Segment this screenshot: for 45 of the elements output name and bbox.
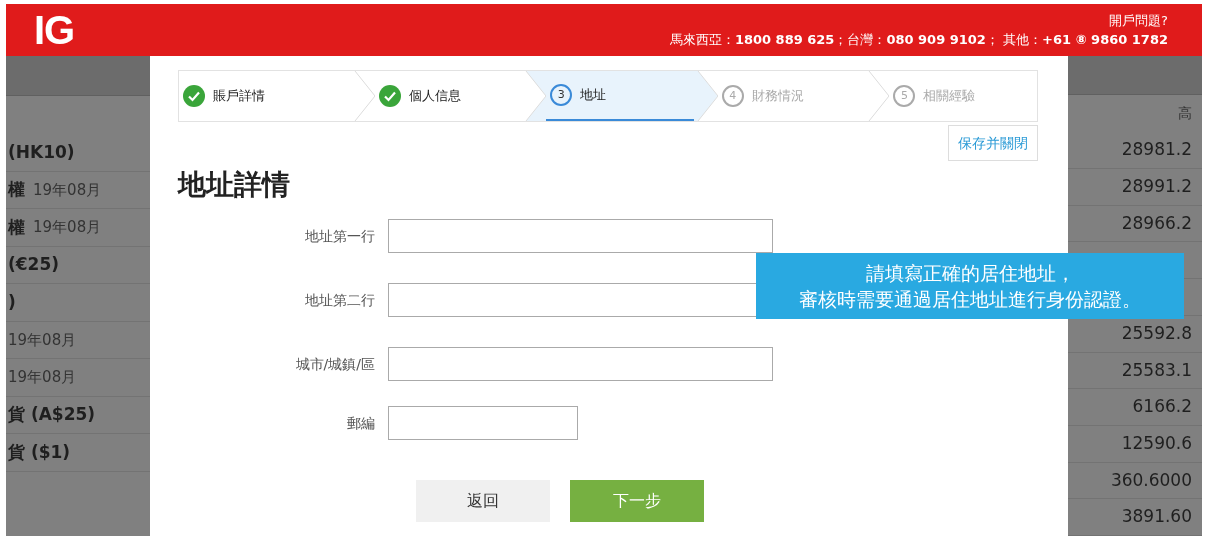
input-field[interactable] [388, 219, 773, 253]
tooltip-text: 審核時需要通過居住地址進行身份認證。 [799, 287, 1141, 312]
price-cell-text: 28966.2 [1121, 211, 1192, 235]
instrument-name: ) [8, 290, 16, 314]
price-cell-text: 6166.2 [1132, 395, 1192, 419]
instrument-name: (HK10) [8, 140, 75, 164]
price-cell-text: 28981.2 [1121, 138, 1192, 162]
step-number: 4 [721, 85, 744, 107]
save-and-close-button[interactable]: 保存并關閉 [948, 125, 1038, 161]
field-label: 地址第一行 [304, 226, 375, 246]
expiry-date: 19年08月 [33, 217, 102, 238]
step-label: 個人信息 [408, 87, 461, 106]
step-label: 財務情況 [751, 87, 804, 106]
input-field[interactable] [388, 406, 578, 440]
instrument-name: 貨 (A$25) [8, 403, 96, 426]
column-header: 高 [1178, 104, 1192, 124]
expiry-date: 19年08月 [8, 367, 77, 388]
help-text: 開戶問題? [1109, 12, 1168, 30]
phone-numbers: 馬來西亞：1800 889 625；台灣：080 909 9102； 其他：+61 ⑧ 9860 1782 [669, 31, 1168, 49]
instrument-name: 貨 ($1) [8, 440, 71, 464]
field-label: 地址第二行 [304, 290, 375, 310]
field-label: 城市/城鎮/區 [294, 354, 375, 374]
input-field[interactable] [388, 347, 773, 381]
back-button[interactable]: 返回 [416, 480, 550, 522]
field-label: 郵編 [346, 413, 375, 433]
step-label: 地址 [580, 86, 607, 105]
price-cell-text: 25583.1 [1121, 358, 1192, 382]
price-cell-text: 25592.8 [1121, 321, 1192, 345]
price-cell-text: 360.6000 [1110, 468, 1192, 492]
expiry-date: 19年08月 [33, 179, 102, 201]
page-title: 地址詳情 [178, 167, 291, 203]
step-label: 賬戶詳情 [213, 87, 265, 106]
instrument-name: 權 [8, 215, 25, 239]
next-button[interactable]: 下一步 [570, 480, 704, 522]
instrument-name: 權 [8, 178, 25, 201]
price-cell-text: 28991.2 [1121, 175, 1192, 199]
expiry-date: 19年08月 [8, 329, 77, 351]
logo[interactable]: IG [34, 0, 75, 60]
step-number: 3 [550, 84, 573, 106]
price-cell-text: 3891.60 [1121, 505, 1192, 529]
tooltip-text: 請填寫正確的居住地址， [865, 261, 1075, 286]
price-cell-text: 12590.6 [1121, 432, 1192, 456]
step-label: 相關經驗 [923, 87, 976, 106]
step-number: 5 [893, 85, 916, 107]
instrument-name: (€25) [8, 253, 60, 276]
